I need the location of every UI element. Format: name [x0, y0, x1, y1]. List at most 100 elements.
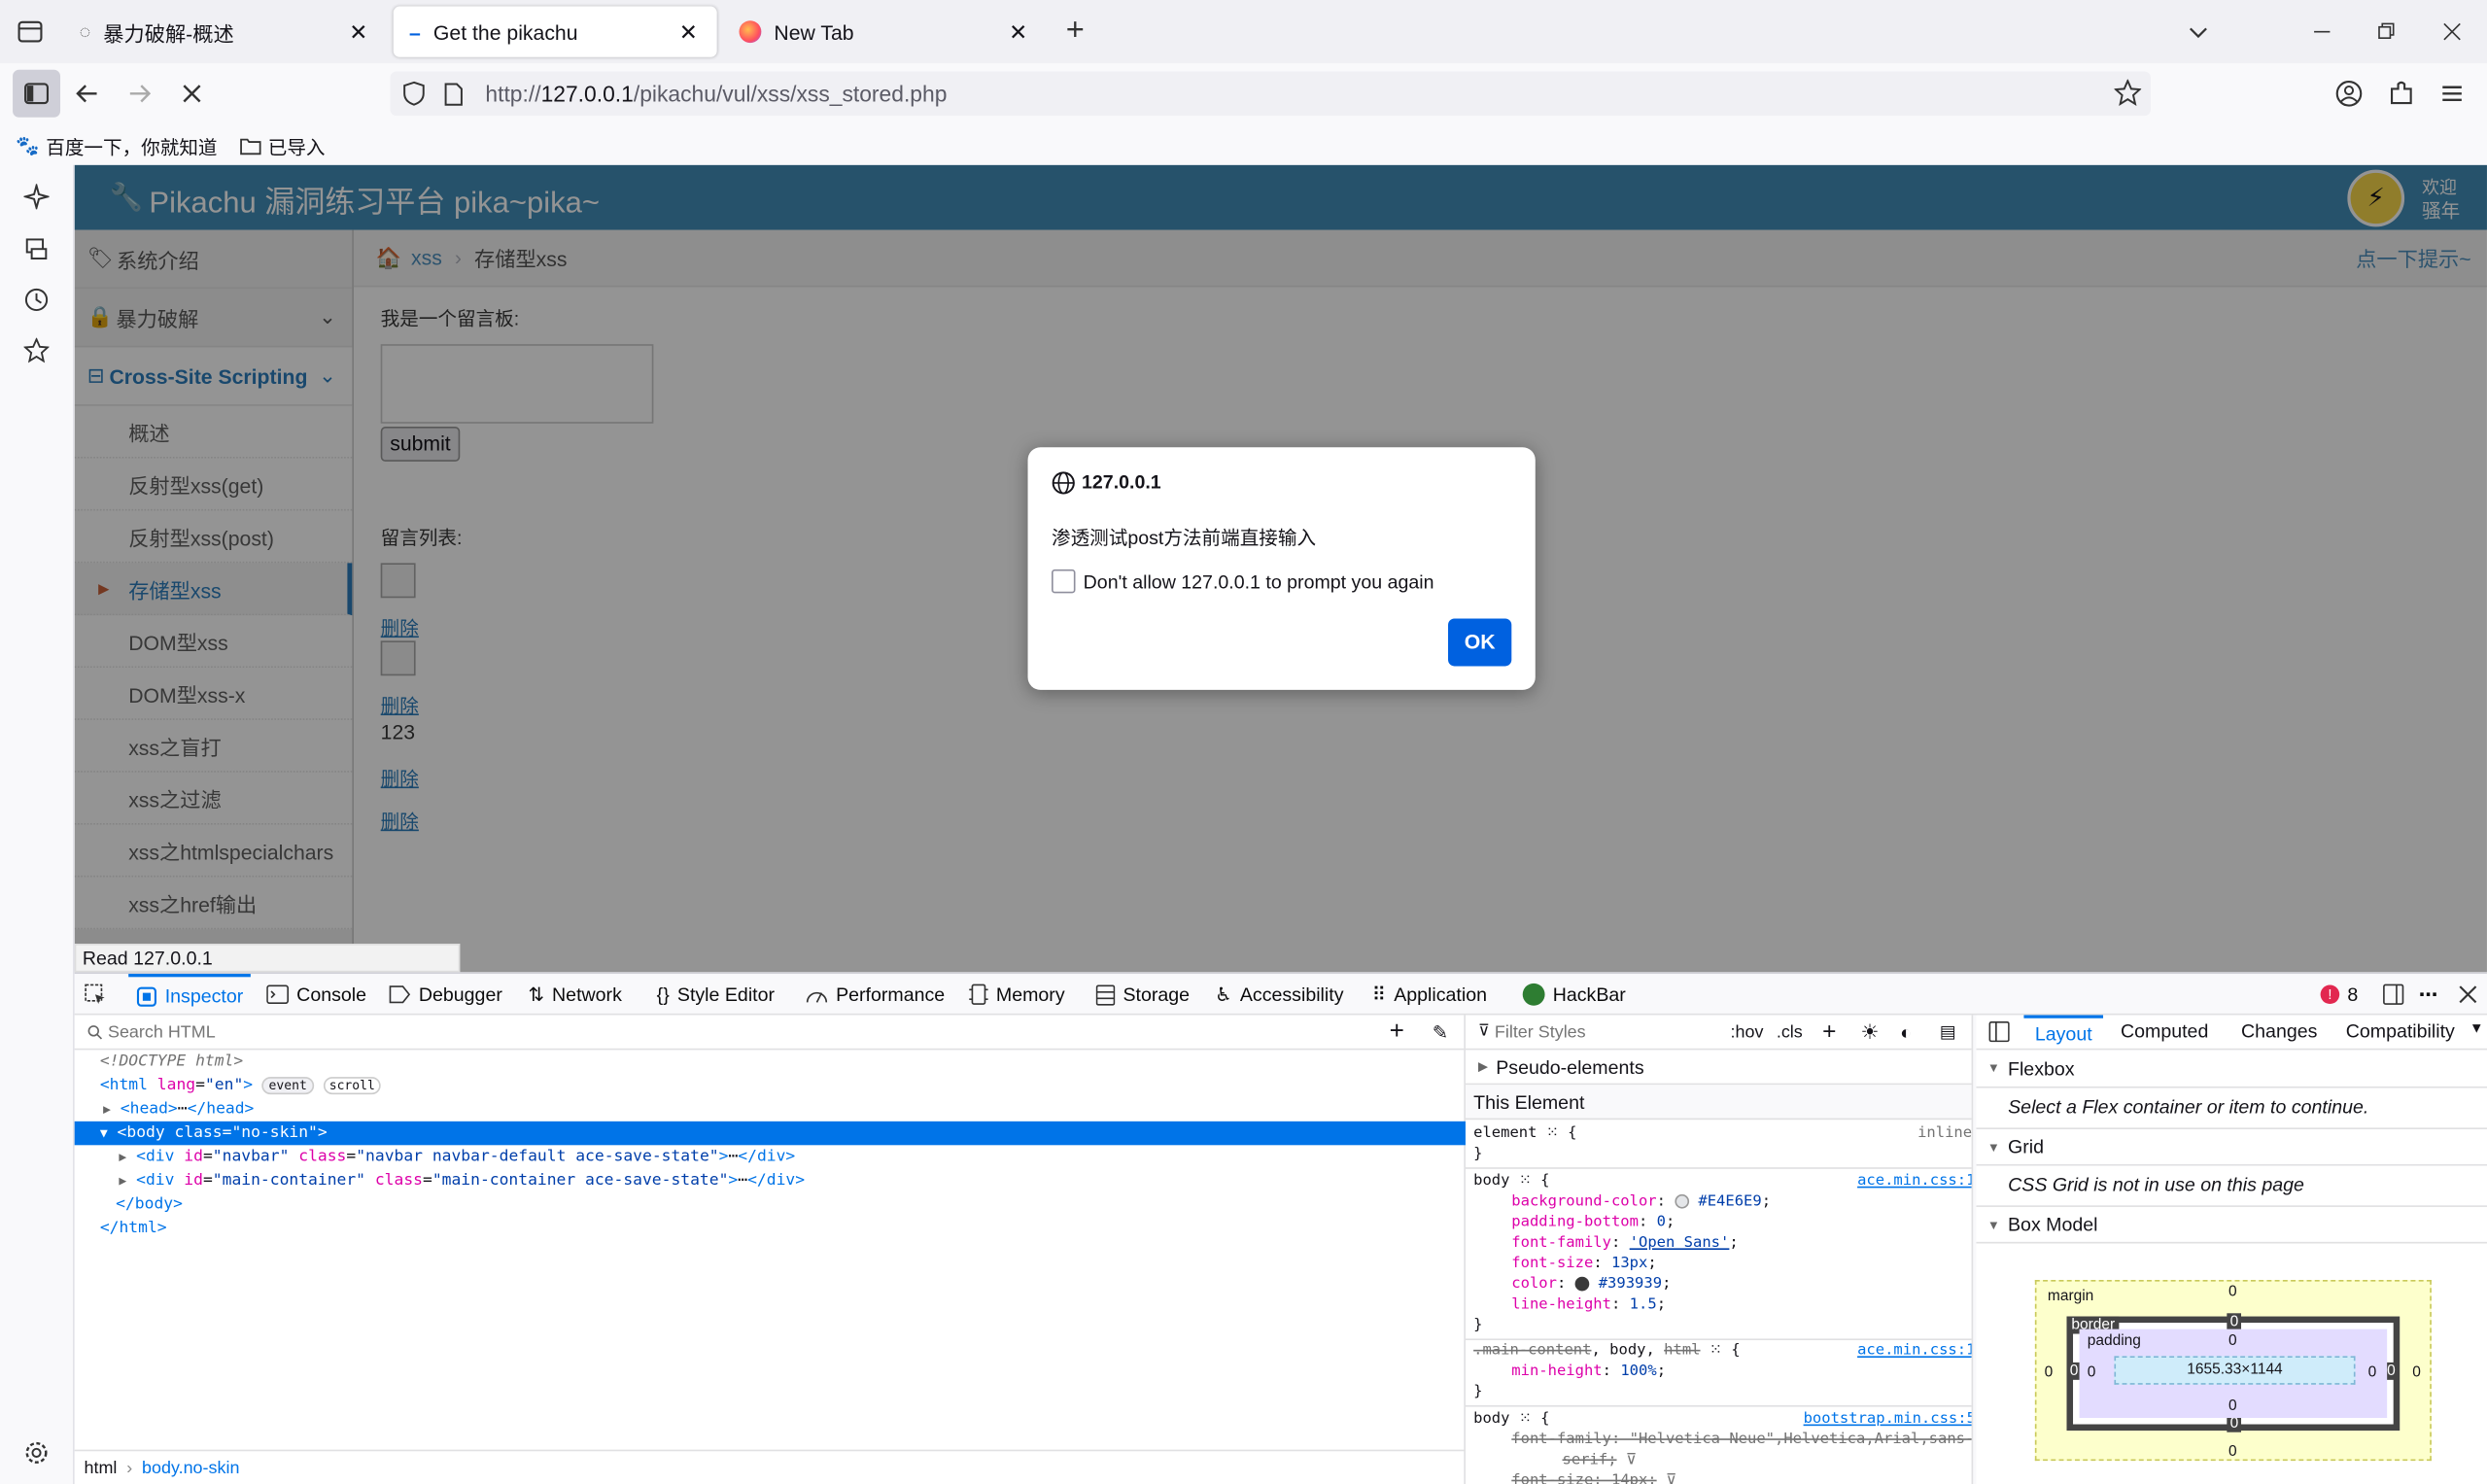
synced-tabs-icon[interactable]: [19, 231, 54, 266]
restore-icon[interactable]: [2368, 13, 2406, 51]
boxmodel-header[interactable]: ▼ Box Model: [1976, 1205, 2487, 1244]
markup-line[interactable]: </body>: [75, 1192, 1466, 1216]
url-bar[interactable]: http://127.0.0.1/pikachu/vul/xss/xss_sto…: [390, 71, 2151, 117]
rule-selector[interactable]: .main-content, body, html ⁙ {: [1473, 1342, 1740, 1360]
flexbox-header[interactable]: ▼ Flexbox: [1976, 1050, 2487, 1088]
more-options-icon[interactable]: ⋯: [2419, 974, 2438, 1015]
margin-left-value[interactable]: 0: [2045, 1364, 2054, 1382]
add-rule-icon[interactable]: +: [1822, 1018, 1836, 1046]
tab-performance[interactable]: Performance: [806, 974, 945, 1015]
breadcrumb-body[interactable]: body.no-skin: [142, 1459, 239, 1478]
padding-bottom-value[interactable]: 0: [2228, 1398, 2237, 1415]
minimize-icon[interactable]: [2303, 13, 2341, 51]
sidebar-toggle-icon[interactable]: [1988, 1021, 2010, 1043]
tab-compatibility[interactable]: Compatibility: [2346, 1015, 2455, 1050]
declaration[interactable]: min-height: 100%;: [1511, 1363, 1666, 1380]
extensions-icon[interactable]: [2387, 80, 2415, 108]
print-media-icon[interactable]: ▤: [1940, 1021, 1956, 1043]
overridden-declaration[interactable]: font-family: "Helvetica Neue",Helvetica,…: [1511, 1431, 1971, 1448]
close-icon[interactable]: ✕: [346, 18, 371, 46]
rule-source-link[interactable]: bootstrap.min.css:5: [1804, 1410, 1972, 1428]
dark-mode-icon[interactable]: ◐: [1900, 1020, 1912, 1043]
markup-line[interactable]: ▶ <div id="main-container" class="main-c…: [75, 1169, 1466, 1192]
markup-line[interactable]: </html>: [75, 1217, 1466, 1240]
dock-side-icon[interactable]: [2382, 974, 2404, 1015]
color-swatch[interactable]: [1574, 1276, 1590, 1292]
markup-line[interactable]: ▶ <head>⋯</head>: [75, 1097, 1466, 1121]
ok-button[interactable]: OK: [1448, 618, 1512, 667]
breadcrumb-html[interactable]: html: [84, 1459, 117, 1478]
tab-console[interactable]: Console: [266, 974, 366, 1015]
margin-bottom-value[interactable]: 0: [2228, 1443, 2237, 1461]
markup-line[interactable]: <!DOCTYPE html>: [75, 1050, 1466, 1073]
close-icon[interactable]: ✕: [675, 18, 701, 46]
rule-selector[interactable]: body ⁙ {: [1473, 1172, 1549, 1190]
content-size[interactable]: 1655.33×1144: [2187, 1361, 2282, 1378]
tab-memory[interactable]: Memory: [969, 974, 1065, 1015]
border-top-value[interactable]: 0: [2227, 1313, 2242, 1331]
color-swatch[interactable]: [1675, 1193, 1690, 1209]
event-badge[interactable]: event: [261, 1077, 314, 1095]
overridden-declaration[interactable]: serif; ⊽: [1563, 1451, 1638, 1468]
add-node-icon[interactable]: +: [1390, 1018, 1404, 1046]
filter-styles-input[interactable]: [1494, 1021, 1717, 1042]
tab-debugger[interactable]: Debugger: [389, 974, 502, 1015]
bookmarks-star-icon[interactable]: [19, 333, 54, 368]
markup-line[interactable]: ▶ <div id="navbar" class="navbar navbar-…: [75, 1145, 1466, 1168]
overridden-declaration[interactable]: font-size: 14px; ⊽: [1511, 1471, 1676, 1484]
stop-icon[interactable]: [168, 70, 216, 118]
error-count-badge[interactable]: ! 8: [2320, 974, 2358, 1015]
rule-source-link[interactable]: ace.min.css:1: [1857, 1342, 1972, 1360]
dialog-checkbox[interactable]: [1052, 569, 1076, 594]
margin-top-value[interactable]: 0: [2228, 1283, 2237, 1300]
hov-toggle[interactable]: :hov: [1731, 1022, 1764, 1042]
markup-line[interactable]: <html lang="en"> event scroll: [75, 1074, 1466, 1097]
ellipsis-badge[interactable]: ⋯: [738, 1172, 747, 1190]
close-devtools-icon[interactable]: [2459, 974, 2478, 1015]
scroll-badge[interactable]: scroll: [323, 1077, 382, 1095]
tab-network[interactable]: ⇅ Network: [528, 974, 621, 1015]
tabs-overflow-icon[interactable]: ▼: [2470, 1019, 2484, 1035]
tab-hackbar[interactable]: HackBar: [1522, 974, 1626, 1015]
tab-application[interactable]: ⠿ Application: [1372, 974, 1487, 1015]
close-icon[interactable]: ✕: [1006, 18, 1031, 46]
shield-icon[interactable]: [403, 81, 429, 106]
tab-accessibility[interactable]: ♿ Accessibility: [1215, 974, 1343, 1015]
search-html-input[interactable]: [107, 1021, 1060, 1042]
declaration[interactable]: background-color: #E4E6E9;: [1511, 1192, 1771, 1210]
bookmark-folder-imported[interactable]: 已导入: [239, 132, 326, 159]
menu-icon[interactable]: [2439, 81, 2465, 106]
cls-toggle[interactable]: .cls: [1777, 1022, 1803, 1042]
tab-storage[interactable]: Storage: [1095, 974, 1190, 1015]
declaration[interactable]: line-height: 1.5;: [1511, 1295, 1666, 1313]
forward-icon[interactable]: [116, 70, 163, 118]
tab-layout[interactable]: Layout: [2023, 1015, 2104, 1050]
tab-computed[interactable]: Computed: [2121, 1015, 2208, 1050]
tab-new-tab[interactable]: New Tab ✕: [723, 7, 1047, 57]
settings-gear-icon[interactable]: [19, 1435, 54, 1470]
tab-inspector[interactable]: Inspector: [128, 974, 252, 1015]
dialog-checkbox-label[interactable]: Don't allow 127.0.0.1 to prompt you agai…: [1084, 571, 1434, 594]
close-window-icon[interactable]: [2433, 13, 2470, 51]
eyedropper-icon[interactable]: ✎: [1433, 1020, 1448, 1043]
back-icon[interactable]: [63, 70, 111, 118]
declaration[interactable]: color: #393939;: [1511, 1275, 1671, 1293]
tab-brute-force[interactable]: ◌ 暴力破解-概述 ✕: [63, 7, 387, 57]
new-tab-button[interactable]: +: [1066, 13, 1085, 50]
tab-changes[interactable]: Changes: [2241, 1015, 2317, 1050]
pseudo-elements-header[interactable]: ▶ Pseudo-elements: [1465, 1050, 1972, 1086]
ellipsis-badge[interactable]: ⋯: [728, 1149, 738, 1166]
declaration[interactable]: font-size: 13px;: [1511, 1255, 1656, 1272]
margin-right-value[interactable]: 0: [2412, 1364, 2421, 1382]
declaration[interactable]: font-family: 'Open Sans';: [1511, 1234, 1738, 1252]
rule-selector[interactable]: body ⁙ {: [1473, 1410, 1549, 1428]
element-picker-icon[interactable]: [84, 974, 106, 1015]
light-mode-icon[interactable]: ☀: [1860, 1019, 1879, 1045]
tab-get-pikachu[interactable]: – Get the pikachu ✕: [393, 6, 717, 57]
padding-right-value[interactable]: 0: [2368, 1364, 2377, 1382]
bookmark-star-icon[interactable]: [2114, 79, 2142, 107]
ellipsis-badge[interactable]: ⋯: [178, 1101, 188, 1119]
sidebar-toggle-icon[interactable]: [13, 69, 61, 118]
tab-style-editor[interactable]: {} Style Editor: [657, 974, 775, 1015]
rule-selector[interactable]: element ⁙ {: [1473, 1124, 1576, 1142]
